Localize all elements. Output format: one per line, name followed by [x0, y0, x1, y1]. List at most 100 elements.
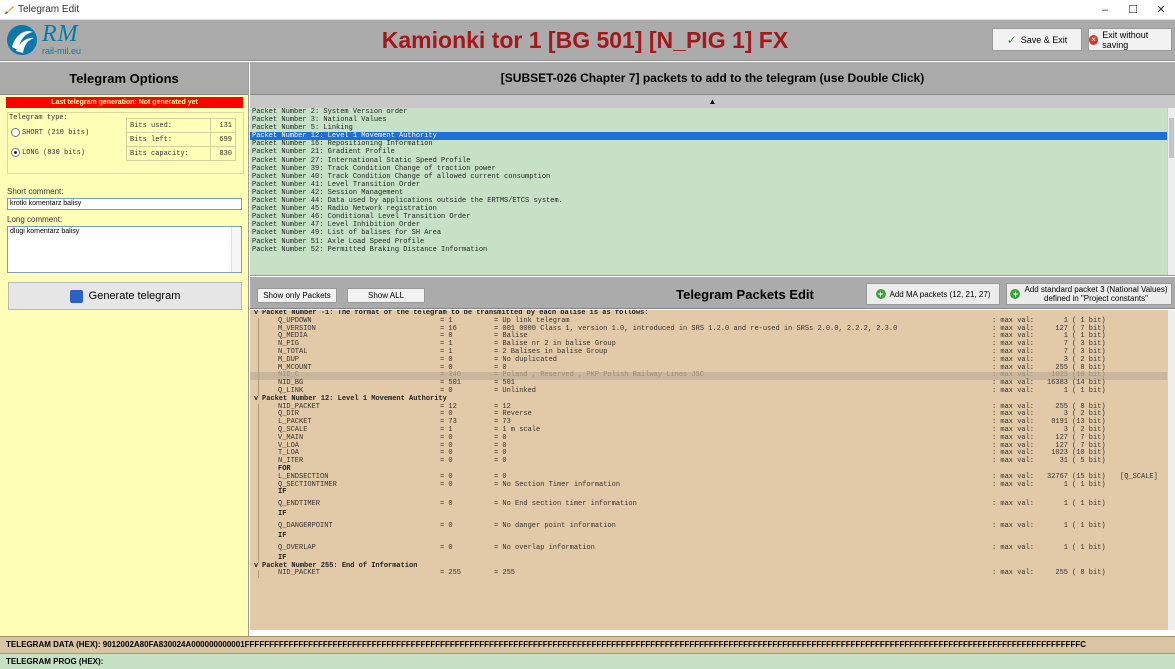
tree-connector: [258, 450, 266, 459]
telegram-options-title: Telegram Options: [0, 62, 248, 95]
radio-short-label: SHORT (210 bits): [22, 128, 90, 137]
expand-arrow-icon[interactable]: v: [254, 562, 258, 571]
packet-list-item[interactable]: Packet Number 44: Data used by applicati…: [250, 197, 1175, 205]
packet-tree-scrollbar[interactable]: [1167, 310, 1175, 630]
packet-list-item[interactable]: Packet Number 40: Track Condition Change…: [250, 173, 1175, 181]
tree-field-row[interactable]: Q_DANGERPOINT = 0 = No danger point inform…: [250, 518, 1175, 533]
field-description: = 001 0000 Class 1, version 1.0, introdu…: [494, 324, 898, 333]
max-value: 16383: [1046, 379, 1068, 388]
long-comment-textarea[interactable]: dlugi komentarz balisy: [7, 226, 242, 273]
expand-arrow-icon[interactable]: v: [254, 395, 258, 404]
close-button[interactable]: ✕: [1147, 0, 1175, 20]
tree-field-row[interactable]: L_PACKET = 73 = 73: max val: 8191 (13 bit): [250, 418, 1175, 427]
show-all-button[interactable]: Show ALL: [347, 288, 425, 303]
add-ma-packets-button[interactable]: + Add MA packets (12, 21, 27): [866, 283, 1000, 305]
field-value: = 255: [440, 569, 462, 578]
tree-field-row[interactable]: NID_BG = 501 = 501: max val: 16383 (14 bit): [250, 379, 1175, 388]
packet-header-row[interactable]: v Packet Number 255: End of Information: [250, 562, 1175, 571]
field-description: = No danger point information: [494, 521, 616, 530]
tree-field-row[interactable]: M_DUP = 0 = No duplicated: max val: 3( 2 bi…: [250, 356, 1175, 365]
tree-field-row[interactable]: V_LOA = 0 = 0: max val: 127( 7 bit): [250, 442, 1175, 451]
logo-text: RM: [42, 21, 79, 47]
max-value: 31: [1059, 457, 1068, 466]
logo: RM rail-mil.eu: [6, 21, 101, 58]
expand-arrow-icon[interactable]: v: [254, 310, 258, 318]
generate-telegram-button[interactable]: Generate telegram: [8, 282, 242, 310]
packet-list[interactable]: Packet Number 2: System Version order Pac…: [250, 108, 1175, 276]
tree-field-row[interactable]: N_TOTAL = 1 = 2 Balises in balise Group: m…: [250, 348, 1175, 357]
packet-list-item[interactable]: Packet Number 46: Conditional Level Tran…: [250, 213, 1175, 221]
tree-field-row[interactable]: NID_C = 340 = Poland , Reserved , PKP Poli…: [250, 371, 1175, 381]
tree-connector: [258, 473, 266, 482]
field-description: = No Section Timer information: [494, 480, 621, 489]
tree-field-row[interactable]: V_MAIN = 0 = 0: max val: 127( 7 bit): [250, 434, 1175, 443]
long-comment-scrollbar[interactable]: [231, 227, 241, 272]
minimize-button[interactable]: –: [1091, 0, 1119, 20]
tree-field-row[interactable]: N_ITER = 0 = 0: max val: 31( 5 bit): [250, 457, 1175, 466]
field-value: = 0: [440, 543, 453, 552]
packet-tree[interactable]: v Packet Number -1: The format of the tel…: [250, 310, 1175, 630]
packet-list-item[interactable]: Packet Number 27: International Static S…: [250, 157, 1175, 165]
radio-long[interactable]: LONG (830 bits): [11, 148, 85, 157]
scroll-up-arrow-icon[interactable]: ▲: [250, 95, 1175, 108]
tree-keyword-row[interactable]: IF: [250, 489, 1175, 498]
tree-keyword-row[interactable]: IF: [250, 510, 1175, 519]
field-description: = Poland , Reserved , PKP Polish Railway…: [494, 371, 705, 380]
tree-connector: [258, 497, 266, 512]
short-comment-input[interactable]: krotki komentarz balisy: [7, 198, 242, 210]
tree-field-row[interactable]: Q_DIR = 0 = Reverse: max val: 3( 2 bit): [250, 411, 1175, 420]
packet-list-item[interactable]: Packet Number 16: Repositioning Informat…: [250, 140, 1175, 148]
tree-field-row[interactable]: Q_MEDIA = 0 = Balise: max val: 1( 1 bit): [250, 333, 1175, 342]
scroll-thumb[interactable]: [1169, 118, 1174, 158]
packet-list-item[interactable]: Packet Number 51: Axle Load Speed Profil…: [250, 238, 1175, 246]
max-value: 1: [1063, 521, 1068, 530]
exit-without-saving-button[interactable]: × Exit without saving: [1088, 28, 1172, 51]
maximize-button[interactable]: ☐: [1119, 0, 1147, 20]
field-name: Q_DANGERPOINT: [278, 521, 333, 530]
tree-connector: [258, 419, 266, 427]
tree-field-row[interactable]: Q_ENDTIMER = 0 = No End section timer info…: [250, 497, 1175, 512]
tree-field-row[interactable]: Q_OVERLAP = 0 = No overlap information: ma…: [250, 540, 1175, 555]
short-comment-label: Short comment:: [7, 187, 64, 196]
packet-list-scrollbar[interactable]: [1167, 108, 1175, 275]
tree-field-row[interactable]: Q_SECTIONTIMER = 0 = No Section Timer info…: [250, 480, 1175, 490]
tree-connector: [258, 518, 266, 533]
save-exit-button[interactable]: ✓ Save & Exit: [992, 28, 1082, 51]
telegram-data-hex: TELEGRAM DATA (HEX): 9012002A80FA830024A…: [0, 636, 1175, 653]
field-name: IF: [278, 531, 287, 540]
radio-long-circle[interactable]: [11, 148, 20, 157]
radio-short-circle[interactable]: [11, 128, 20, 137]
tree-field-row[interactable]: N_PIG = 1 = Balise nr 2 in balise Group: m…: [250, 340, 1175, 349]
max-value: 1: [1063, 480, 1068, 489]
tree-field-row[interactable]: T_LOA = 0 = 0: max val: 1023 (10 bit): [250, 450, 1175, 459]
packet-list-item[interactable]: Packet Number 49: List of balises for SH…: [250, 229, 1175, 237]
packets-panel-title: [SUBSET-026 Chapter 7] packets to add to…: [250, 62, 1175, 95]
show-only-packets-button[interactable]: Show only Packets: [257, 288, 337, 303]
tree-field-row[interactable]: M_MCOUNT = 0 = 0: max val: 255( 8 bit): [250, 364, 1175, 373]
tree-field-row[interactable]: NID_PACKET = 12 = 12: max val: 255( 8 bit): [250, 403, 1175, 412]
tree-field-row[interactable]: M_VERSION = 16 = 001 0000 Class 1, version…: [250, 324, 1175, 334]
plus-icon: +: [1010, 289, 1021, 299]
tree-field-row[interactable]: Q_SCALE = 1 = 1 m scale: max val: 3( 2 bit): [250, 426, 1175, 435]
field-name: IF: [278, 510, 287, 519]
packet-list-item[interactable]: Packet Number 47: Level Inhibition Order: [250, 221, 1175, 229]
packet-list-item[interactable]: Packet Number 3: National Values: [250, 116, 1175, 124]
packet-list-item[interactable]: Packet Number 39: Track Condition Change…: [250, 165, 1175, 173]
packet-list-item[interactable]: Packet Number 5: Linking: [250, 124, 1175, 132]
packet-header-row[interactable]: v Packet Number -1: The format of the tel…: [250, 310, 1175, 318]
packet-list-item[interactable]: Packet Number 45: Radio Network registra…: [250, 205, 1175, 213]
radio-short[interactable]: SHORT (210 bits): [11, 128, 89, 137]
tree-field-row[interactable]: NID_PACKET = 255 = 255: max val: 255 ( 8 bit…: [250, 569, 1175, 579]
packet-list-item[interactable]: Packet Number 2: System Version order: [250, 108, 1175, 116]
packet-list-item[interactable]: Packet Number 12: Level 1 Movement Autho…: [250, 132, 1175, 141]
packet-list-item[interactable]: Packet Number 21: Gradient Profile: [250, 148, 1175, 156]
packet-header-row[interactable]: v Packet Number 12: Level 1 Movement Auth…: [250, 395, 1175, 404]
packet-list-item[interactable]: Packet Number 41: Level Transition Order: [250, 181, 1175, 189]
tree-keyword-row[interactable]: FOR: [250, 465, 1175, 474]
bit-length: ( 1 bit): [1072, 500, 1106, 509]
packet-list-item[interactable]: Packet Number 42: Session Management: [250, 189, 1175, 197]
packet-list-item[interactable]: Packet Number 52: Permitted Braking Dist…: [250, 246, 1175, 254]
add-standard-packet-button[interactable]: + Add standard packet 3 (National Values…: [1006, 283, 1172, 305]
tree-keyword-row[interactable]: IF: [250, 531, 1175, 541]
tree-field-row[interactable]: L_ENDSECTION = 0 = 0: max val: 32767 (15 bit…: [250, 473, 1175, 482]
